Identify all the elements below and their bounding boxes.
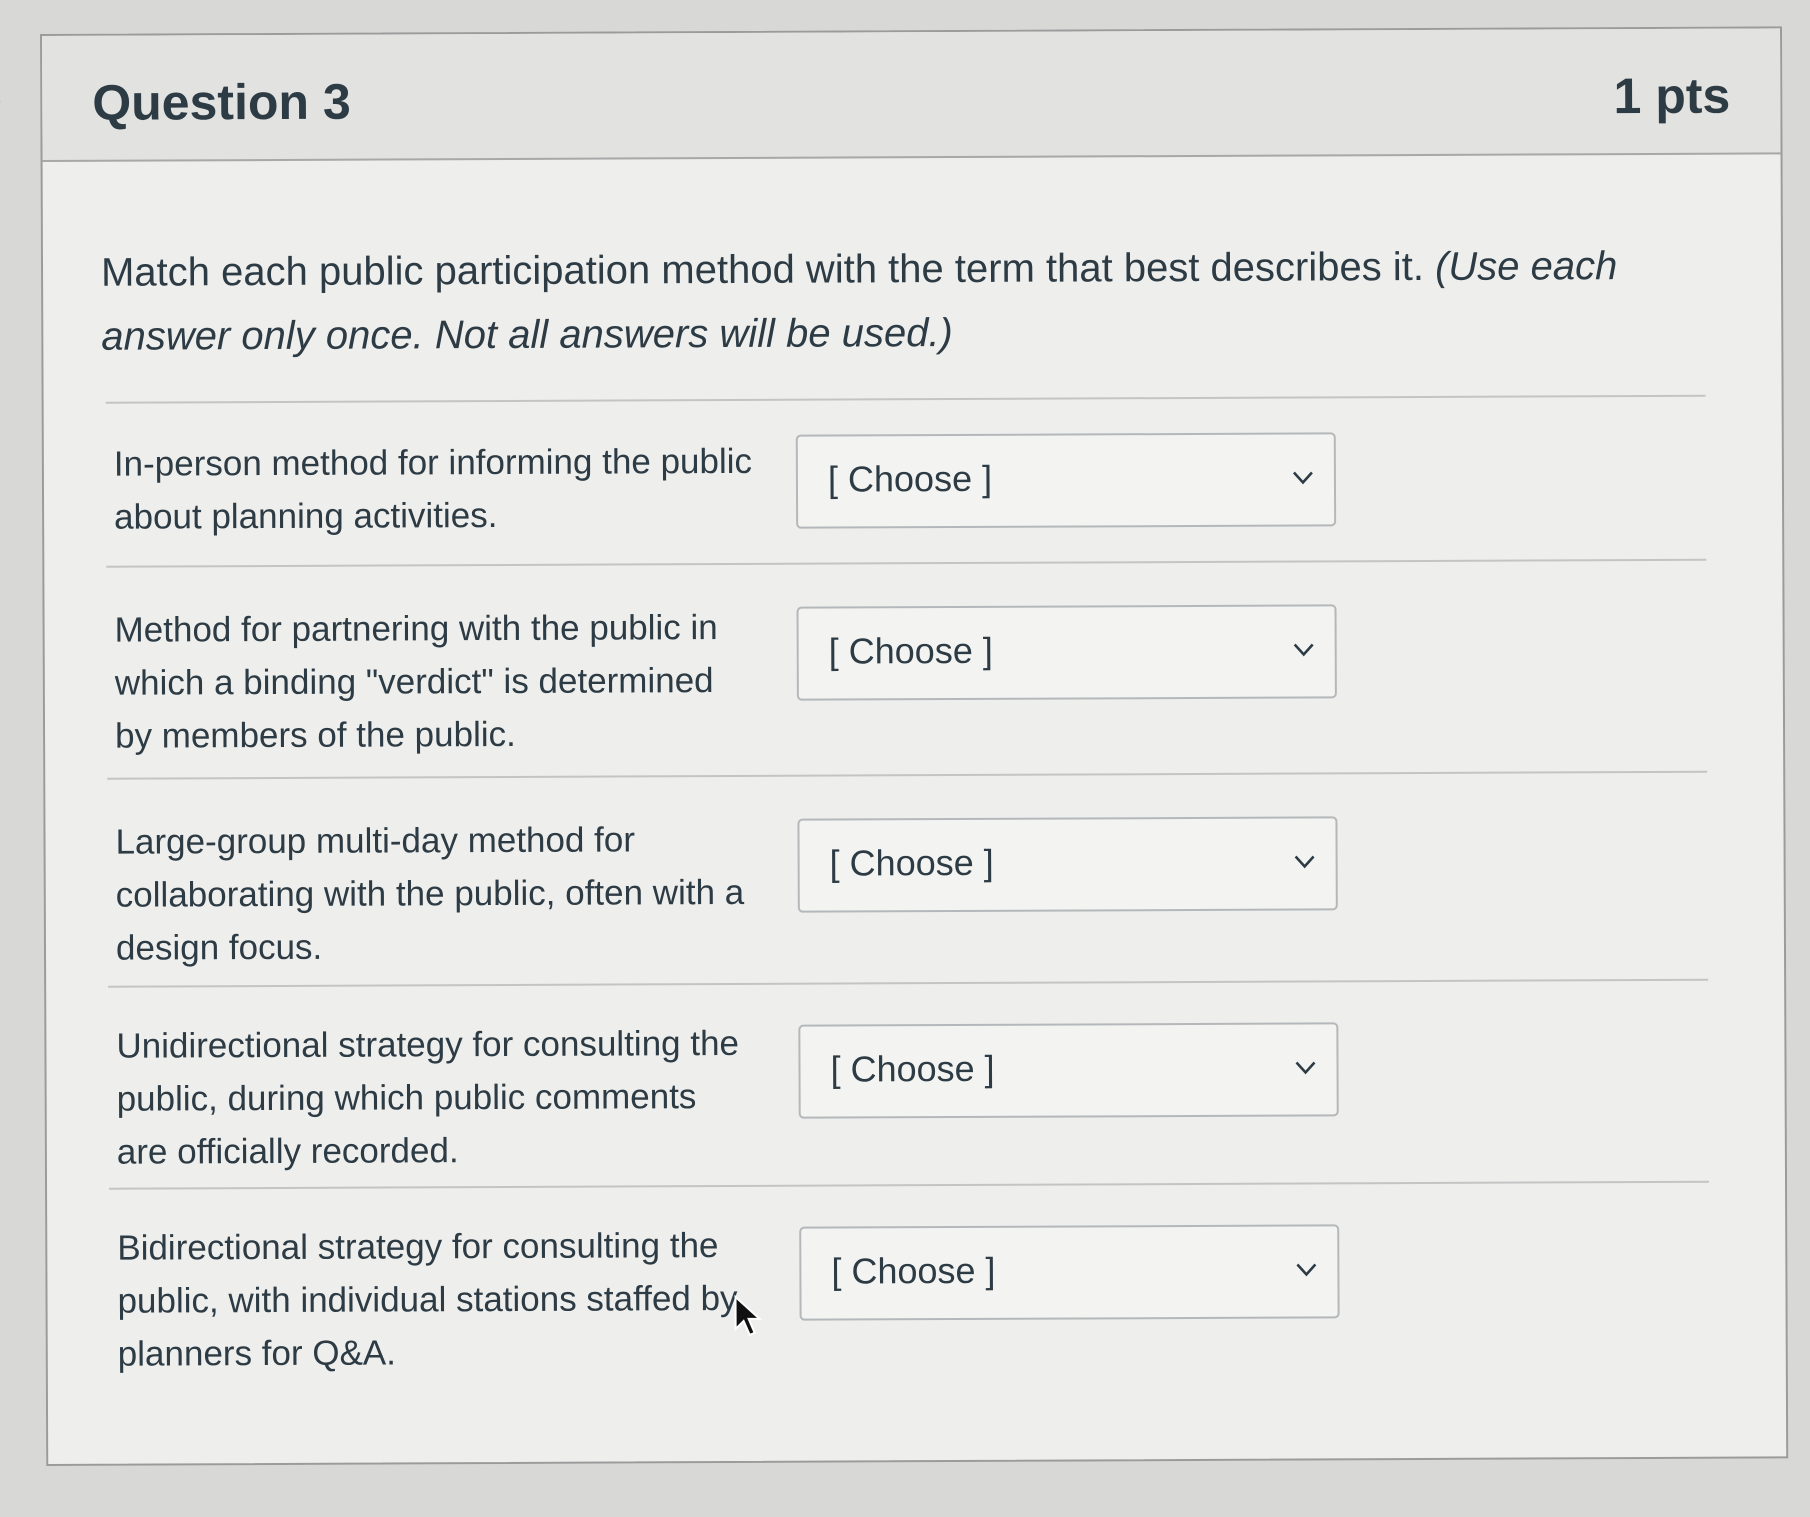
match-row-1: In-person method for informing the publi… [114,431,1714,537]
chevron-down-icon [1295,1061,1316,1075]
question-header: Question 3 1 pts [42,28,1781,162]
question-points: 1 pts [1613,67,1731,125]
answer-dropdown-3[interactable]: [ Choose ] [797,816,1338,913]
match-row-2: Method for partnering with the public in… [114,597,1714,756]
question-prompt: Match each public participation method w… [101,234,1722,369]
question-prompt-plain: Match each public participation method w… [100,244,1425,295]
dropdown-selected-value: [ Choose ] [827,457,993,500]
collapse-chevron-right-icon[interactable]: › [0,70,22,130]
question-title: Question 3 [92,73,351,131]
match-row-label: Bidirectional strategy for consulting th… [117,1226,738,1374]
dropdown-selected-value: [ Choose ] [831,1249,996,1292]
match-row-label: In-person method for informing the publi… [113,441,753,537]
dropdown-selected-value: [ Choose ] [830,1047,995,1090]
chevron-down-icon [1296,1263,1317,1277]
match-row-4: Unidirectional strategy for consulting t… [116,1013,1716,1172]
answer-dropdown-1[interactable]: [ Choose ] [795,432,1337,529]
match-row-label: Unidirectional strategy for consulting t… [116,1023,740,1172]
mouse-pointer-icon [734,1294,763,1337]
chevron-down-icon [1292,471,1313,485]
answer-dropdown-4[interactable]: [ Choose ] [798,1022,1339,1119]
divider [106,558,1707,568]
answer-dropdown-5[interactable]: [ Choose ] [799,1224,1340,1321]
chevron-down-icon [1294,855,1315,869]
divider [109,1180,1710,1190]
chevron-down-icon [1293,643,1314,657]
answer-dropdown-2[interactable]: [ Choose ] [796,604,1337,701]
divider [107,770,1708,780]
match-row-label: Method for partnering with the public in… [114,608,718,756]
match-row-3: Large-group multi-day method for collabo… [115,809,1715,968]
match-row-5: Bidirectional strategy for consulting th… [117,1215,1717,1374]
match-row-label: Large-group multi-day method for collabo… [115,820,745,968]
divider [105,394,1706,404]
question-card: Question 3 1 pts Match each public parti… [40,26,1789,1466]
divider [108,978,1709,988]
dropdown-selected-value: [ Choose ] [829,841,994,884]
dropdown-selected-value: [ Choose ] [828,629,993,672]
